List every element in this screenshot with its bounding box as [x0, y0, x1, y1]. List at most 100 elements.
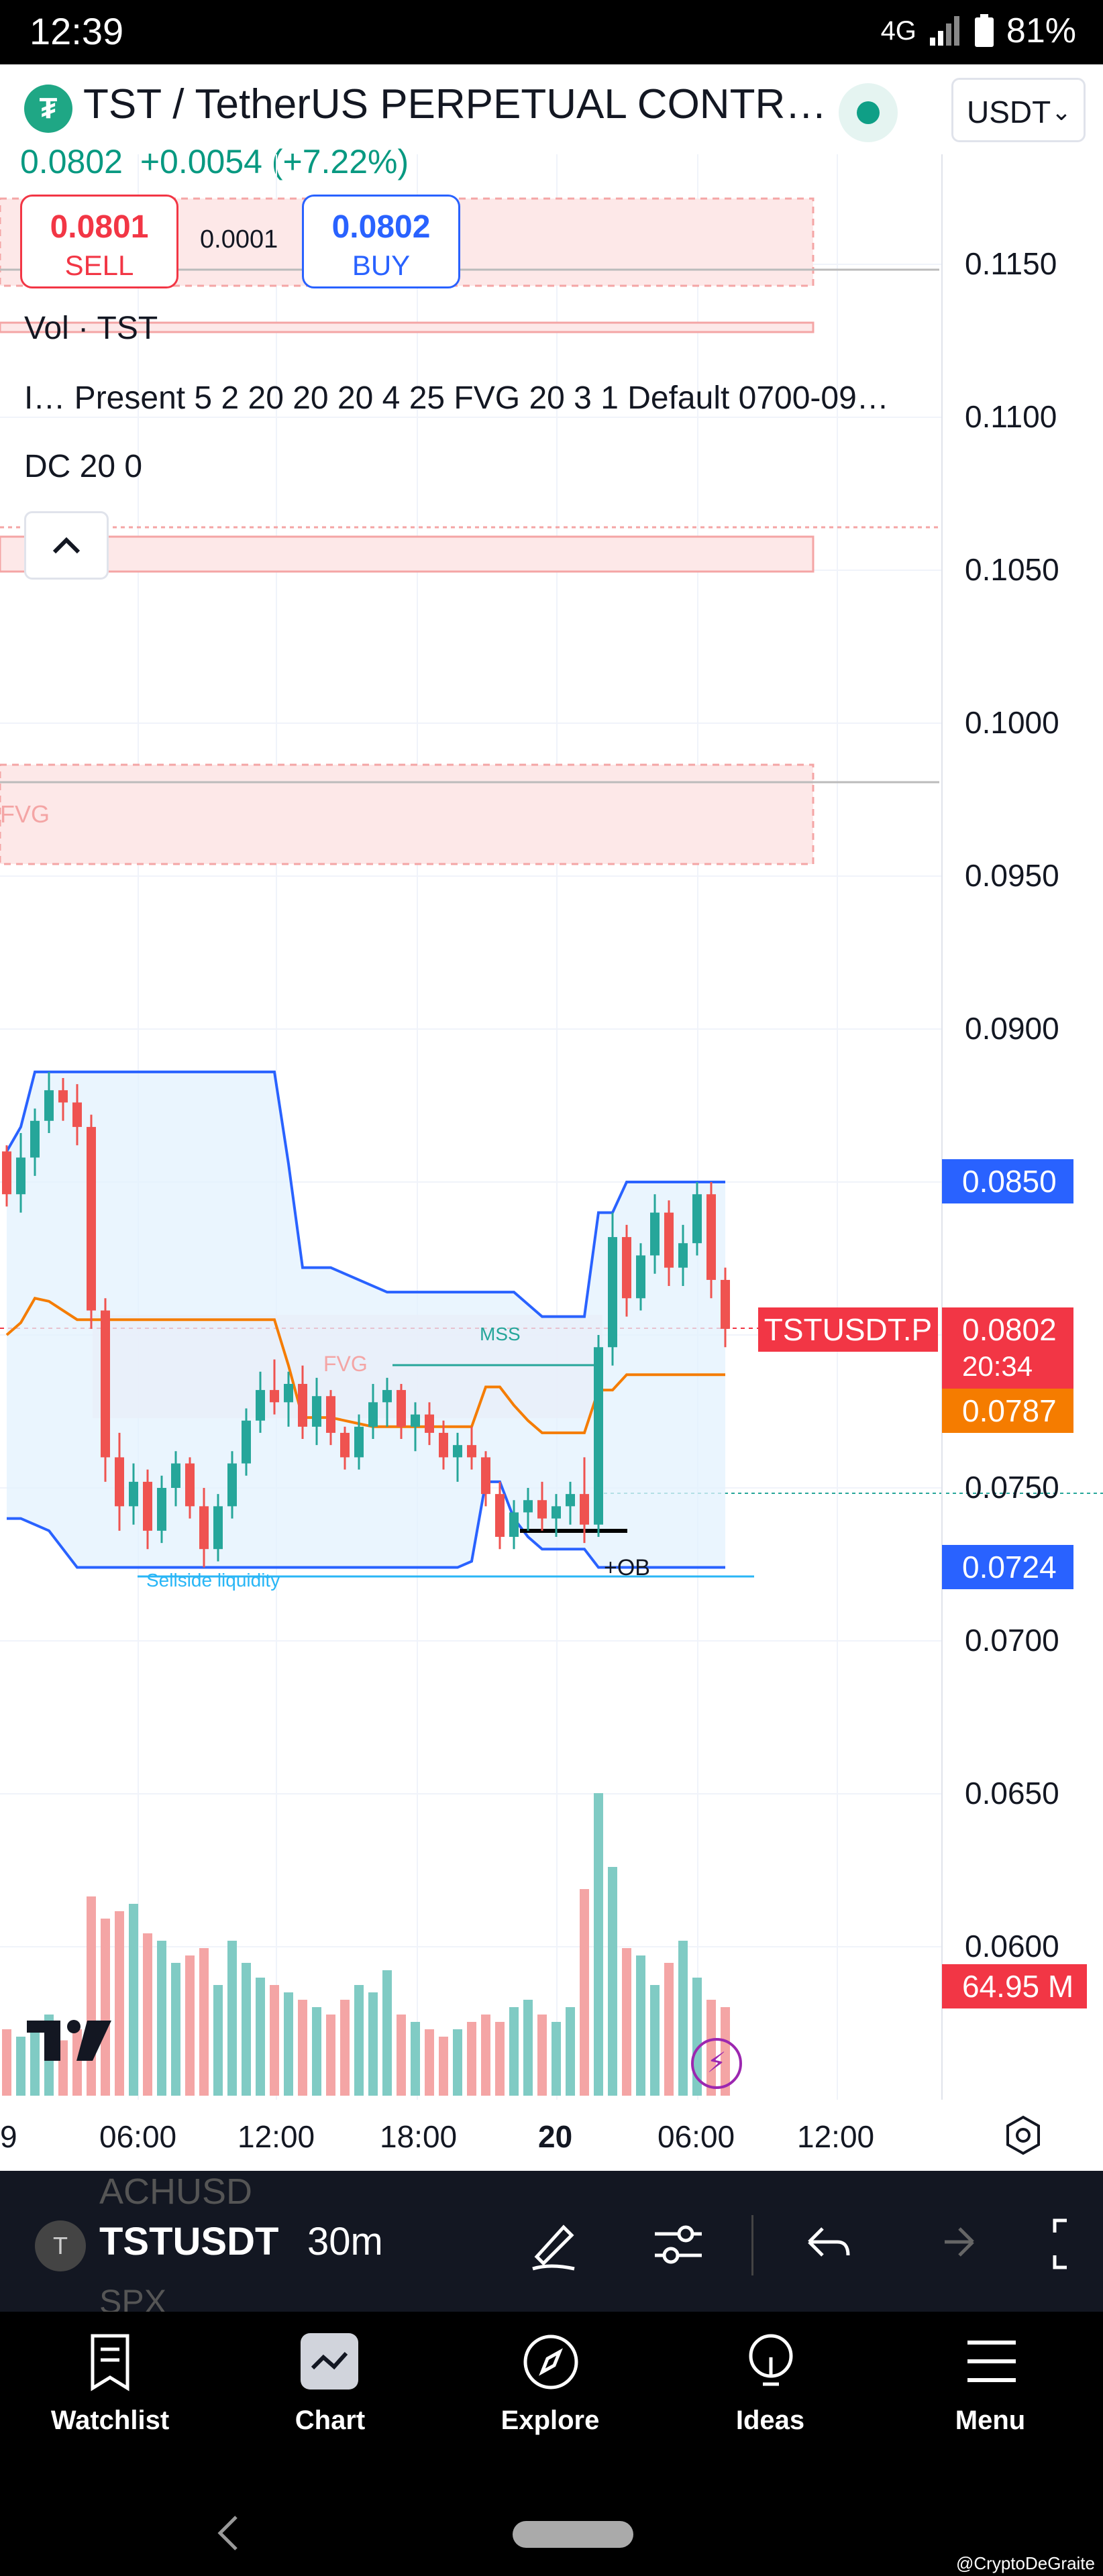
sell-button[interactable]: 0.0801 SELL	[20, 195, 178, 288]
nav-menu-label: Menu	[955, 2406, 1026, 2435]
candle-body	[495, 1494, 505, 1537]
legend-volume[interactable]: Vol · TST	[24, 310, 158, 347]
time-label-4: 20	[538, 2119, 573, 2154]
time-label-3: 18:00	[380, 2119, 458, 2154]
volume-bar	[284, 1992, 293, 2096]
price-axis-label: 0.1050	[965, 552, 1059, 587]
volume-bar	[622, 1948, 631, 2096]
volume-bar	[312, 2007, 321, 2096]
toolbar-symbol[interactable]: TSTUSDT	[99, 2219, 278, 2264]
time-label-0: 9	[0, 2119, 17, 2154]
volume-bar	[382, 1970, 392, 2096]
home-pill[interactable]	[513, 2521, 633, 2548]
volume-bar	[552, 2022, 561, 2096]
symbol-title[interactable]: TST / TetherUS PERPETUAL CONTR…	[83, 80, 827, 128]
undo-icon[interactable]	[798, 2215, 856, 2273]
volume-bar	[185, 1955, 195, 2096]
volume-bar	[16, 2037, 25, 2096]
volume-bar	[495, 2022, 505, 2096]
candle-body	[87, 1126, 96, 1311]
settings-icon[interactable]	[1002, 2114, 1044, 2156]
legend-indicator[interactable]: I… Present 5 2 20 20 20 4 25 FVG 20 3 1 …	[24, 380, 889, 417]
price-axis-label: 0.0650	[965, 1776, 1059, 1811]
fullscreen-icon[interactable]	[1051, 2215, 1103, 2273]
nav-ideas-label: Ideas	[735, 2406, 805, 2435]
candle-body	[143, 1481, 152, 1531]
nav-ideas[interactable]: Ideas	[660, 2312, 880, 2490]
volume-bar	[256, 1978, 265, 2096]
candle-body	[242, 1420, 251, 1464]
candle-body	[340, 1432, 350, 1458]
volume-bar	[115, 1911, 124, 2096]
ghost-symbol-top: ACHUSD	[99, 2171, 253, 2212]
candle-body	[453, 1445, 462, 1458]
volume-bar	[425, 2029, 434, 2096]
battery-icon	[974, 14, 994, 47]
nav-chart-label: Chart	[295, 2406, 366, 2435]
candle-body	[16, 1157, 25, 1195]
legend-donchian[interactable]: DC 20 0	[24, 448, 142, 485]
back-icon[interactable]	[213, 2513, 243, 2553]
price-axis-label: 0.0900	[965, 1011, 1059, 1046]
sell-price: 0.0801	[50, 209, 149, 245]
nav-chart[interactable]: Chart	[220, 2312, 440, 2490]
time-label-2: 12:00	[238, 2119, 315, 2154]
candle-body	[157, 1488, 166, 1531]
symbol-price-label: TSTUSDT.P	[758, 1307, 938, 1352]
indicators-icon[interactable]	[648, 2214, 708, 2274]
drawing-pen-icon[interactable]	[523, 2214, 584, 2274]
buy-label: BUY	[352, 250, 411, 281]
chart-toolbar: ACHUSD T TSTUSDT 30m SPX	[0, 2171, 1103, 2320]
candle-body	[664, 1212, 674, 1268]
currency-select[interactable]: USDT ⌄	[951, 78, 1086, 142]
sell-label: SELL	[64, 250, 134, 281]
volume-bar	[326, 2015, 335, 2096]
interval-button[interactable]: 30m	[307, 2219, 383, 2264]
volume-bar	[270, 1985, 279, 2096]
price-axis-label: 0.0750	[965, 1470, 1059, 1505]
candle-body	[44, 1090, 54, 1121]
volume-bar	[101, 1919, 110, 2096]
price-tag-volume: 64.95 M	[942, 1964, 1087, 2008]
candle-body	[692, 1194, 702, 1244]
volume-bar	[664, 1963, 674, 2096]
candle-body	[115, 1457, 124, 1507]
volume-bar	[213, 1985, 223, 2096]
lightbulb-icon	[749, 2334, 793, 2386]
market-status-icon[interactable]	[839, 83, 898, 142]
volume-bar	[171, 1963, 180, 2096]
buy-button[interactable]: 0.0802 BUY	[302, 195, 460, 288]
volume-bar	[2, 2029, 11, 2096]
nav-explore[interactable]: Explore	[440, 2312, 660, 2490]
volume-bar	[129, 1904, 138, 2096]
price-axis-label: 0.1150	[965, 246, 1057, 281]
candle-body	[354, 1426, 364, 1458]
collapse-legend-button[interactable]	[24, 511, 109, 580]
bar-countdown: 20:34	[962, 1350, 1033, 1382]
volume-bar	[566, 2007, 575, 2096]
redo-icon[interactable]	[926, 2215, 984, 2273]
candle-body	[594, 1347, 603, 1525]
battery-level: 81%	[1006, 11, 1076, 50]
volume-bar	[397, 2015, 406, 2096]
price-axis-label: 0.1000	[965, 705, 1059, 740]
candle	[594, 1335, 603, 1537]
candle-body	[256, 1390, 265, 1421]
candle-body	[425, 1414, 434, 1433]
nav-menu[interactable]: Menu	[880, 2312, 1100, 2490]
candle-body	[439, 1432, 448, 1458]
candle-body	[706, 1194, 716, 1280]
lightning-icon[interactable]: ⚡	[691, 2038, 742, 2089]
volume-bar	[411, 2022, 420, 2096]
volume-bar	[636, 1955, 645, 2096]
nav-watchlist[interactable]: Watchlist	[0, 2312, 220, 2490]
ob-label: +OB	[604, 1555, 650, 1580]
nav-watchlist-label: Watchlist	[50, 2406, 170, 2435]
price-chart[interactable]: FVG FVG MSS Sellside liquidity +OB	[0, 154, 1103, 2167]
buy-price: 0.0802	[331, 209, 431, 245]
mss-label: MSS	[480, 1324, 521, 1344]
volume-bar	[298, 2000, 307, 2096]
candle-body	[467, 1445, 476, 1458]
candle-body	[580, 1494, 589, 1525]
fvg-zone-lower	[0, 763, 815, 865]
